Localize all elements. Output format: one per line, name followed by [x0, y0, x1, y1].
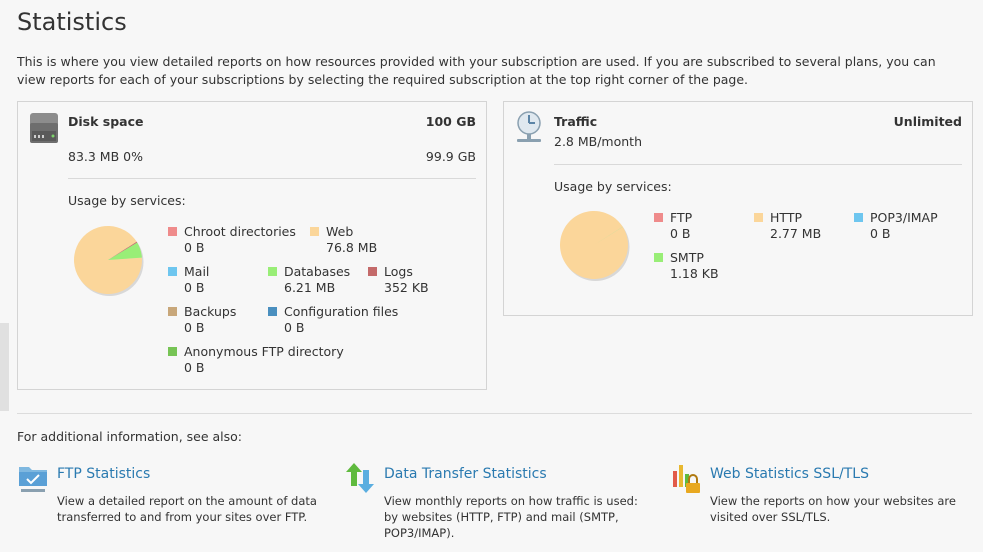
legend-swatch: [168, 307, 177, 316]
legend-value: 1.18 KB: [670, 266, 719, 281]
legend-label: FTP: [670, 210, 693, 225]
legend-swatch: [754, 213, 763, 222]
side-collapse-handle[interactable]: [0, 323, 9, 411]
page-intro: This is where you view detailed reports …: [17, 54, 936, 87]
disk-space-total: 100 GB: [425, 114, 476, 129]
section-divider: [17, 413, 972, 414]
pie-slice: [559, 210, 628, 279]
traffic-panel: Traffic Unlimited 2.8 MB/month Usage by …: [503, 101, 973, 316]
legend-value: 2.77 MB: [770, 226, 822, 241]
legend-label: Databases: [284, 264, 351, 279]
traffic-usage-label: Usage by services:: [554, 179, 672, 194]
legend-swatch: [654, 213, 663, 222]
legend-label: Chroot directories: [184, 224, 296, 239]
legend-value: 76.8 MB: [326, 240, 378, 255]
legend-swatch: [168, 227, 177, 236]
legend-value: 0 B: [870, 226, 891, 241]
traffic-usage-pie-chart: [559, 210, 630, 281]
legend-value: 0 B: [184, 360, 205, 375]
hard-drive-icon: [30, 113, 58, 143]
legend-swatch: [368, 267, 377, 276]
legend-swatch: [854, 213, 863, 222]
disk-space-used: 83.3 MB 0%: [68, 149, 143, 164]
legend-value: 0 B: [184, 240, 205, 255]
disk-space-title: Disk space: [68, 114, 144, 129]
transfer-arrows-icon: [346, 463, 374, 493]
legend-value: 0 B: [184, 320, 205, 335]
legend-swatch: [168, 267, 177, 276]
data-transfer-statistics-description: View monthly reports on how traffic is u…: [384, 494, 638, 540]
legend-swatch: [268, 267, 277, 276]
legend-label: Anonymous FTP directory: [184, 344, 344, 359]
web-statistics-ssl-link[interactable]: Web Statistics SSL/TLS: [710, 466, 869, 482]
legend-label: POP3/IMAP: [870, 210, 938, 225]
disk-usage-label: Usage by services:: [68, 193, 186, 208]
traffic-title: Traffic: [554, 114, 598, 129]
ftp-statistics-link[interactable]: FTP Statistics: [57, 466, 150, 482]
ftp-statistics-description: View a detailed report on the amount of …: [57, 494, 317, 524]
ftp-folder-icon: [19, 467, 47, 492]
secure-chart-icon: [673, 465, 700, 493]
divider: [554, 164, 962, 165]
legend-value: 0 B: [284, 320, 305, 335]
legend-swatch: [268, 307, 277, 316]
data-transfer-statistics-link[interactable]: Data Transfer Statistics: [384, 466, 547, 482]
legend-label: Backups: [184, 304, 237, 319]
legend-value: 0 B: [670, 226, 691, 241]
disk-space-free: 99.9 GB: [425, 149, 476, 164]
disk-usage-pie-chart: [73, 225, 144, 296]
legend-label: Logs: [384, 264, 413, 279]
legend-label: SMTP: [670, 250, 704, 265]
legend-value: 352 KB: [384, 280, 429, 295]
web-statistics-ssl-description: View the reports on how your websites ar…: [710, 494, 956, 524]
traffic-rate: 2.8 MB/month: [554, 134, 642, 149]
legend-swatch: [310, 227, 319, 236]
page-title: Statistics: [17, 8, 127, 36]
legend-value: 0 B: [184, 280, 205, 295]
legend-swatch: [654, 253, 663, 262]
legend-label: Mail: [184, 264, 210, 279]
legend-label: Web: [326, 224, 354, 239]
see-also-label: For additional information, see also:: [17, 429, 243, 444]
divider: [68, 178, 476, 179]
legend-swatch: [168, 347, 177, 356]
disk-space-panel: Disk space 100 GB 83.3 MB 0% 99.9 GB Usa…: [17, 101, 487, 390]
legend-label: HTTP: [770, 210, 802, 225]
legend-value: 6.21 MB: [284, 280, 336, 295]
traffic-limit: Unlimited: [893, 114, 962, 129]
traffic-meter-icon: [517, 111, 541, 142]
legend-label: Configuration files: [284, 304, 399, 319]
